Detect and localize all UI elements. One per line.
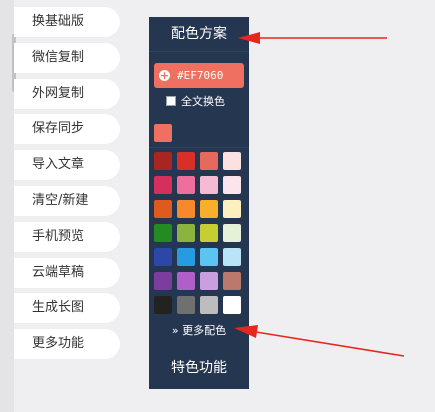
arrow-to-more-colors	[234, 325, 405, 357]
arrow-to-panel-title	[238, 32, 387, 44]
annotation-arrows	[234, 32, 405, 357]
